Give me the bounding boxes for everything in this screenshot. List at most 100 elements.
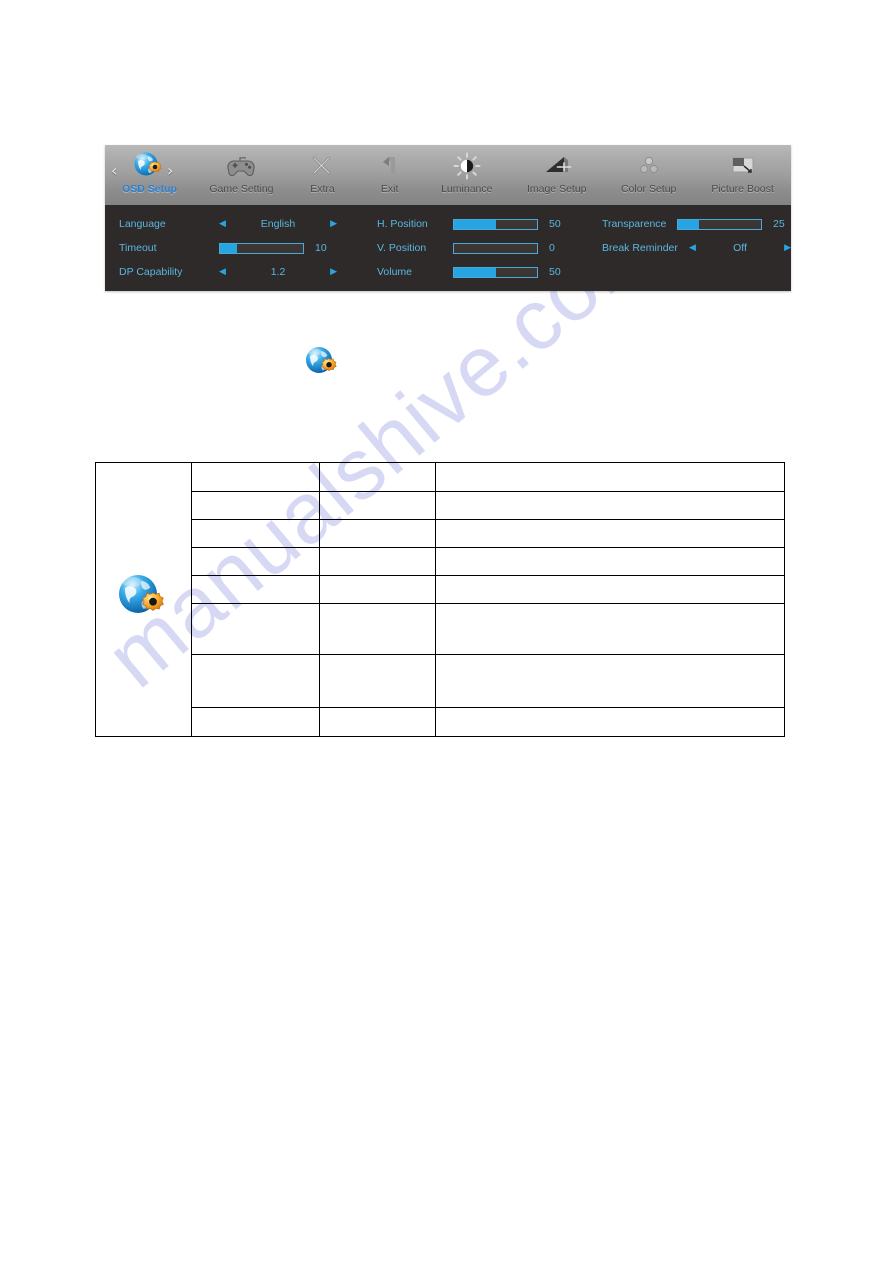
standalone-globe-gear-icon — [303, 345, 341, 379]
menu-item-image-setup[interactable]: Image Setup — [510, 145, 603, 205]
setting-value: 50 — [549, 266, 561, 278]
menu-item-label: Game Setting — [209, 183, 274, 195]
table-cell — [434, 603, 786, 655]
globe-gear-icon — [115, 572, 171, 622]
increment-arrow-icon[interactable]: ▶ — [330, 267, 337, 277]
setting-label: Volume — [377, 266, 413, 278]
language-select[interactable]: ◀ English ▶ — [219, 218, 337, 230]
dp-capability-select[interactable]: ◀ 1.2 ▶ — [219, 266, 337, 278]
menu-item-color-setup[interactable]: Color Setup — [603, 145, 694, 205]
decrement-arrow-icon[interactable]: ◀ — [219, 267, 226, 277]
menu-item-label: Image Setup — [526, 183, 587, 195]
menu-item-label: Extra — [310, 183, 335, 195]
menu-item-osd-setup[interactable]: ‹ › OSD Setup — [105, 145, 194, 205]
setting-value: 0 — [549, 242, 555, 254]
table-cell — [190, 575, 320, 604]
table-cell — [190, 654, 320, 708]
setting-row-transparence[interactable]: Transparence 25 — [588, 212, 791, 236]
table-row — [96, 603, 786, 655]
table-row — [96, 519, 786, 548]
setting-label: Break Reminder — [602, 242, 678, 254]
image-setup-icon — [542, 151, 572, 181]
setting-row-dp-capability[interactable]: DP Capability ◀ 1.2 ▶ — [105, 260, 363, 284]
setting-row-v-position[interactable]: V. Position 0 — [363, 236, 588, 260]
table-cell — [190, 491, 320, 520]
osd-settings-area: Language ◀ English ▶ Timeout 10 DP Capab… — [105, 205, 791, 291]
table-cell — [190, 707, 320, 737]
decrement-arrow-icon[interactable]: ◀ — [689, 243, 696, 253]
menu-item-extra[interactable]: Extra — [289, 145, 356, 205]
decrement-arrow-icon[interactable]: ◀ — [219, 219, 226, 229]
table-row — [96, 575, 786, 604]
setting-row-h-position[interactable]: H. Position 50 — [363, 212, 588, 236]
table-cell — [318, 707, 436, 737]
menu-item-exit[interactable]: Exit — [356, 145, 423, 205]
menu-item-game-setting[interactable]: Game Setting — [194, 145, 289, 205]
setting-row-volume[interactable]: Volume 50 — [363, 260, 588, 284]
menu-item-label: Exit — [380, 183, 399, 195]
increment-arrow-icon[interactable]: ▶ — [330, 219, 337, 229]
menu-item-label: Picture Boost — [711, 183, 774, 195]
table-cell — [190, 603, 320, 655]
osd-description-table — [95, 462, 786, 737]
table-cell — [434, 547, 786, 576]
table-row — [96, 707, 786, 737]
menu-item-luminance[interactable]: Luminance — [423, 145, 510, 205]
table-cell — [318, 519, 436, 548]
v-position-slider[interactable] — [453, 242, 538, 254]
table-cell — [434, 519, 786, 548]
gamepad-icon — [226, 151, 256, 181]
picture-boost-icon — [728, 151, 758, 181]
setting-row-timeout[interactable]: Timeout 10 — [105, 236, 363, 260]
sun-contrast-icon — [453, 151, 481, 181]
table-cell — [318, 547, 436, 576]
setting-label: Transparence — [602, 218, 667, 230]
table-icon-cell — [95, 462, 192, 737]
transparence-slider[interactable] — [677, 218, 762, 230]
next-arrow-icon[interactable]: › — [167, 163, 173, 179]
setting-value: 50 — [549, 218, 561, 230]
increment-arrow-icon[interactable]: ▶ — [784, 243, 791, 253]
menu-item-label: Luminance — [441, 183, 493, 195]
setting-value: Off — [733, 242, 747, 254]
table-cell — [318, 654, 436, 708]
table-cell — [190, 462, 320, 492]
table-row — [96, 547, 786, 576]
osd-menu-panel: ‹ › OSD Setup Game Setting Extra Exit Lu… — [105, 145, 791, 291]
table-cell — [434, 707, 786, 737]
scissors-icon — [309, 151, 335, 181]
table-row — [96, 654, 786, 708]
table-cell — [190, 547, 320, 576]
menu-item-picture-boost[interactable]: Picture Boost — [694, 145, 791, 205]
color-dots-icon — [636, 151, 662, 181]
table-cell — [434, 575, 786, 604]
h-position-slider[interactable] — [453, 218, 538, 230]
volume-slider[interactable] — [453, 266, 538, 278]
menu-item-label: Color Setup — [620, 183, 677, 195]
osd-column-left: Language ◀ English ▶ Timeout 10 DP Capab… — [105, 205, 363, 291]
timeout-slider[interactable] — [219, 242, 304, 254]
setting-label: Language — [119, 218, 166, 230]
setting-label: Timeout — [119, 242, 157, 254]
setting-row-break-reminder[interactable]: Break Reminder ◀ Off ▶ — [588, 236, 791, 260]
menu-item-label: OSD Setup — [122, 183, 177, 195]
osd-column-right: Transparence 25 Break Reminder ◀ Off ▶ — [588, 205, 791, 291]
setting-value: 10 — [315, 242, 327, 254]
setting-value: English — [260, 218, 296, 230]
osd-column-middle: H. Position 50 V. Position 0 Volume 50 — [363, 205, 588, 291]
exit-arrow-icon — [378, 151, 402, 181]
table-cell — [434, 462, 786, 492]
osd-top-menu-bar: ‹ › OSD Setup Game Setting Extra Exit Lu… — [105, 145, 791, 205]
setting-value: 1.2 — [270, 266, 286, 278]
table-row — [95, 462, 786, 737]
table-cell — [318, 575, 436, 604]
setting-value: 25 — [773, 218, 785, 230]
table-cell — [318, 491, 436, 520]
table-cell — [318, 603, 436, 655]
prev-arrow-icon[interactable]: ‹ — [111, 163, 117, 179]
break-reminder-select[interactable]: ◀ Off ▶ — [689, 242, 791, 254]
table-cell — [434, 491, 786, 520]
globe-gear-icon — [132, 151, 166, 181]
setting-label: V. Position — [377, 242, 427, 254]
setting-row-language[interactable]: Language ◀ English ▶ — [105, 212, 363, 236]
